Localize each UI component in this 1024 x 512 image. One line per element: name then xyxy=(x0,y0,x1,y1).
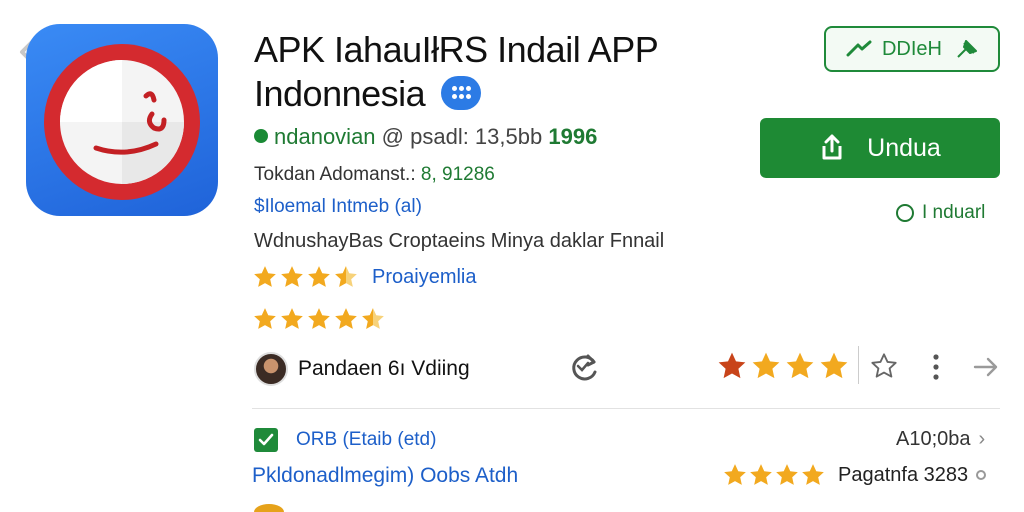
download-label: Undua xyxy=(867,133,941,162)
developer-dot-icon xyxy=(254,129,268,144)
section-divider xyxy=(252,408,1000,409)
star-icon xyxy=(335,308,357,329)
app-title-line1: APK IahauIłRS Indail APP xyxy=(254,29,659,70)
avatar[interactable] xyxy=(254,352,288,386)
star-icon xyxy=(724,464,746,485)
star-half-icon xyxy=(335,266,357,287)
list-item-value-text: A10;0ba xyxy=(896,428,971,450)
star-icon xyxy=(281,266,303,287)
status-ring-icon xyxy=(896,204,914,222)
arrow-right-icon[interactable] xyxy=(972,354,1000,380)
download-button[interactable]: Undua xyxy=(760,118,1000,178)
meta-line-2[interactable]: $Iloemal Intmeb (al) xyxy=(254,196,422,218)
list-item-rating-label: Pagatnfa 3283 xyxy=(838,463,969,486)
rating-row-2 xyxy=(252,306,387,332)
list-item-label[interactable]: ORB (Etaib (etd) xyxy=(296,429,436,451)
meta-line-3: WdnushayBas Croptaeins Minya daklar Fnna… xyxy=(254,230,665,252)
list-item-value[interactable]: A10;0ba › xyxy=(896,428,985,451)
app-title-line2: Indonnesia xyxy=(254,73,426,114)
install-top-label: DDIeH xyxy=(881,37,942,60)
install-indicator[interactable]: I nduarl xyxy=(896,202,985,224)
avatar xyxy=(254,504,284,512)
indicator-label: I nduarl xyxy=(922,202,986,223)
user-name[interactable]: Pandaen 6ı Vdiing xyxy=(298,357,470,381)
chevron-right-icon: › xyxy=(978,428,986,450)
user-rating-stars[interactable] xyxy=(716,350,852,382)
rating-label[interactable]: Proaiyemlia xyxy=(372,266,476,289)
star-icon[interactable] xyxy=(716,350,748,382)
developer-name[interactable]: ndanovian xyxy=(274,124,376,149)
star-icon xyxy=(254,308,276,329)
star-icon xyxy=(308,266,330,287)
star-icon xyxy=(776,464,798,485)
star-icon xyxy=(308,308,330,329)
app-title: APK IahauIłRS Indail APP Indonnesia xyxy=(254,28,724,116)
vertical-divider xyxy=(858,346,859,384)
checkbox-checked-icon[interactable] xyxy=(254,428,278,452)
verified-badge-icon xyxy=(440,76,481,111)
pin-icon xyxy=(957,40,977,58)
install-top-button[interactable]: DDIeH xyxy=(824,26,1000,72)
list-item[interactable]: ORB (Etaib (etd) xyxy=(254,428,436,452)
more-vertical-icon[interactable] xyxy=(930,352,942,382)
star-half-icon xyxy=(362,308,384,329)
share-arrow-icon xyxy=(846,40,872,57)
rating-row-1: Proaiyemlia xyxy=(252,264,476,290)
star-icon[interactable] xyxy=(818,350,850,382)
star-icon[interactable] xyxy=(784,350,816,382)
status-dot-icon xyxy=(976,470,987,480)
user-row[interactable]: Pandaen 6ı Vdiing xyxy=(254,352,470,386)
star-icon xyxy=(254,266,276,287)
star-outline-icon[interactable] xyxy=(870,352,898,380)
meta-line-1-value: 8, 91286 xyxy=(420,164,495,185)
download-icon xyxy=(822,134,842,160)
app-logo-icon xyxy=(26,24,218,216)
meta-line-1-label: Tokdan Adomanst.: xyxy=(254,164,416,185)
star-icon xyxy=(802,464,824,485)
list-item-rating: Pagatnfa 3283 xyxy=(722,462,987,488)
star-icon xyxy=(750,464,772,485)
meta-line-1: Tokdan Adomanst.: 8, 91286 xyxy=(254,164,495,186)
developer-row[interactable]: ndanovian @ psadl: 13,5bb 1996 xyxy=(254,124,597,150)
star-icon[interactable] xyxy=(750,350,782,382)
list-item-link[interactable]: Pkldonadlmegim) Oobs Atdh xyxy=(252,464,518,488)
developer-number: 1996 xyxy=(548,124,598,149)
developer-meta: @ psadl: 13,5bb xyxy=(381,124,543,149)
refresh-icon[interactable] xyxy=(566,350,602,386)
star-icon xyxy=(281,308,303,329)
